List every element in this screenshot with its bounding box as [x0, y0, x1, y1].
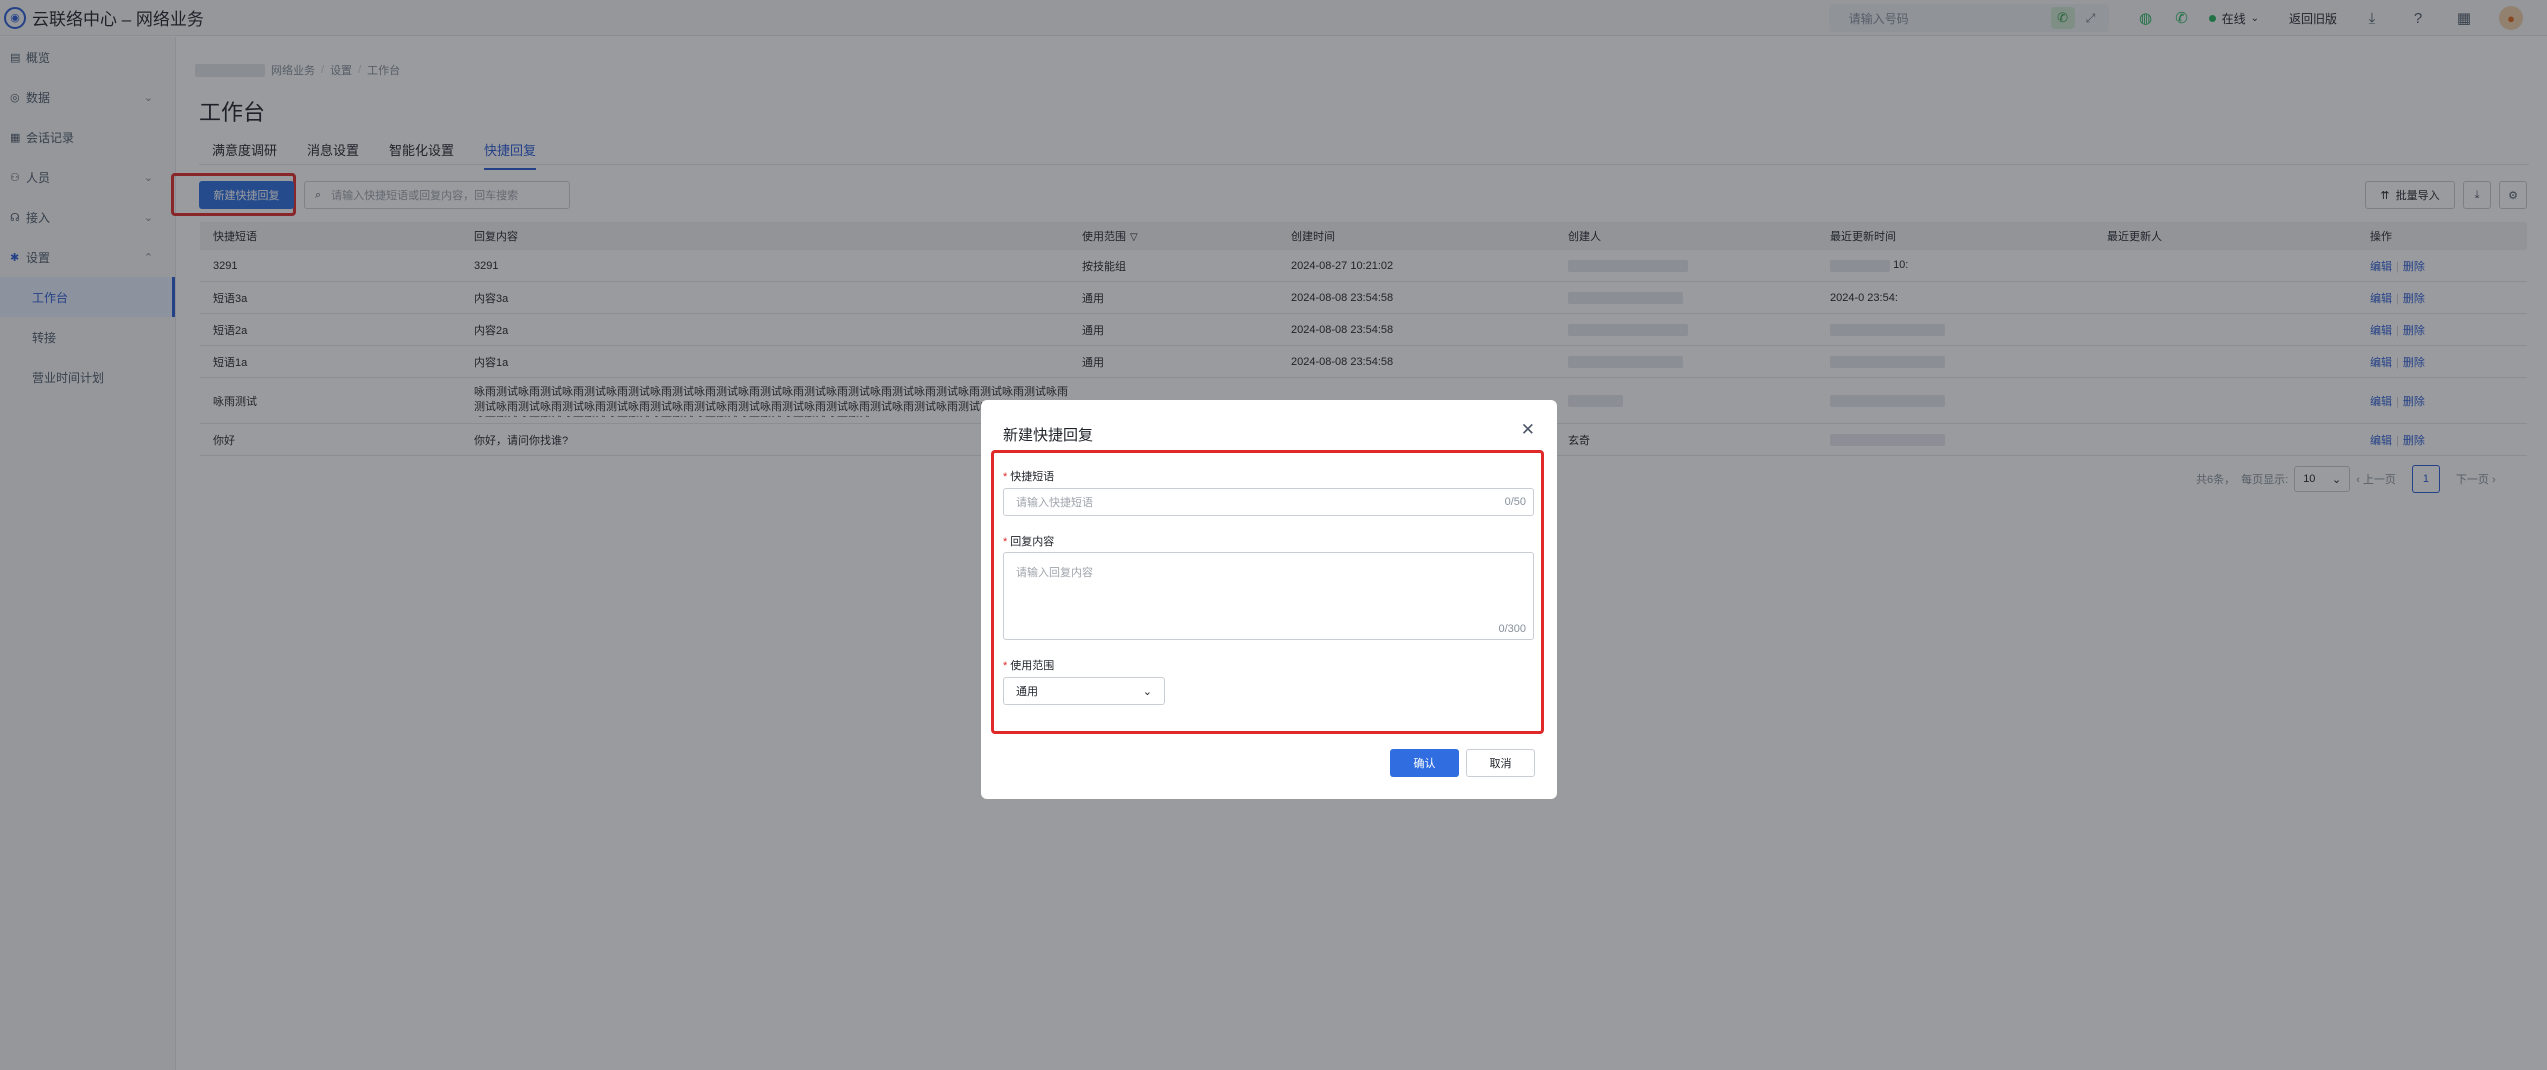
cancel-button[interactable]: 取消 [1466, 749, 1535, 777]
chevron-down-icon: ⌄ [1142, 685, 1152, 698]
phrase-char-count: 0/50 [1504, 496, 1526, 508]
scope-select[interactable]: 通用 ⌄ [1003, 677, 1165, 705]
content-label: * 回复内容 [1003, 536, 1055, 548]
scope-label: * 使用范围 [1003, 660, 1055, 672]
new-quick-reply-dialog: 新建快捷回复 ✕ * 快捷短语 请输入快捷短语 0/50 * 回复内容 请输入回复内… [981, 400, 1557, 799]
phrase-label: * 快捷短语 [1003, 471, 1055, 483]
phrase-input[interactable]: 请输入快捷短语 0/50 [1003, 488, 1534, 516]
content-textarea[interactable]: 请输入回复内容 0/300 [1003, 552, 1534, 640]
dialog-title: 新建快捷回复 [1003, 427, 1094, 444]
content-char-count: 0/300 [1498, 623, 1526, 635]
phrase-placeholder: 请输入快捷短语 [1016, 497, 1093, 509]
confirm-button[interactable]: 确认 [1390, 749, 1459, 777]
close-icon[interactable]: ✕ [1521, 420, 1535, 440]
content-placeholder: 请输入回复内容 [1016, 567, 1093, 579]
